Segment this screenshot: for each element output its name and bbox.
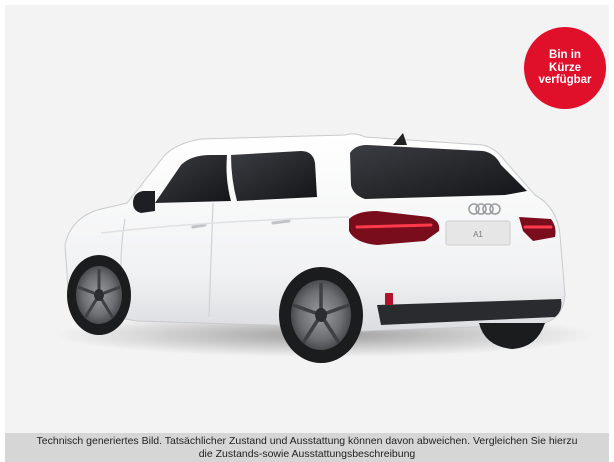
availability-badge: Bin in Kürze verfügbar [524,27,606,109]
car-image: A1 [55,133,595,363]
image-disclaimer: Technisch generiertes Bild. Tatsächliche… [5,433,609,462]
tail-light-left-glow [355,223,433,229]
door-handle [271,219,291,225]
front-wheel [67,255,131,335]
vehicle-image-frame: A1 Bin in Kürze verfügbar [5,5,609,433]
door-handle [191,223,207,229]
rear-window [350,145,527,199]
badge-line-3: verfügbar [538,74,592,87]
rear-wheel [279,267,363,363]
disclaimer-line-1: Technisch generiertes Bild. Tatsächliche… [36,434,578,447]
side-window-rear [231,151,317,201]
side-mirror [133,191,155,213]
disclaimer-line-2: die Zustands-sowie Ausstattungsbeschreib… [198,447,416,460]
plate-label: A1 [473,230,483,239]
badge-line-1: Bin in [549,49,581,62]
reflector [385,293,393,305]
badge-line-2: Kürze [549,61,581,74]
